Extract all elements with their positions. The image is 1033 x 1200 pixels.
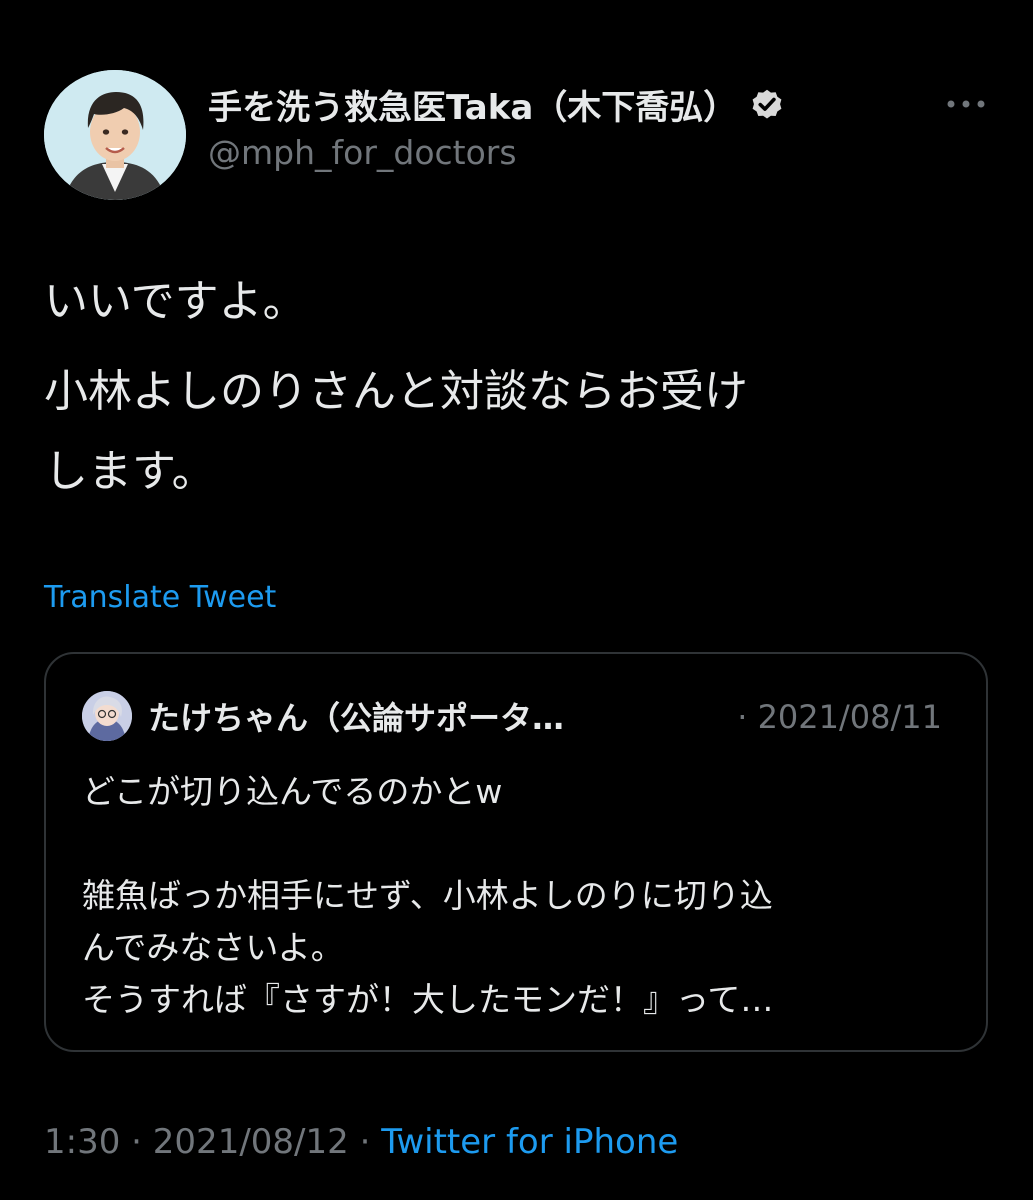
tweet-date[interactable]: 2021/08/12 bbox=[153, 1122, 349, 1162]
more-dots-icon[interactable] bbox=[944, 86, 988, 122]
tweet-text: いいですよ。 小林よしのりさんと対談ならお受け します。 bbox=[44, 262, 984, 512]
anime-avatar-icon bbox=[82, 691, 132, 741]
verified-badge-icon bbox=[749, 86, 785, 122]
tweet-detail: 手を洗う救急医Taka（木下喬弘） @mph_for_doctors いいですよ… bbox=[0, 0, 1033, 1200]
quoted-text-line: そうすれば『さすが！大したモンだ！』って… bbox=[82, 980, 774, 1019]
quoted-date-value: 2021/08/11 bbox=[757, 698, 942, 736]
quoted-text-line: 雑魚ばっか相手にせず、小林よしのりに切り込 bbox=[82, 876, 773, 915]
quoted-tweet-text: どこが切り込んでるのかとw 雑魚ばっか相手にせず、小林よしのりに切り込 んでみな… bbox=[82, 766, 962, 1026]
meta-separator: · bbox=[131, 1122, 142, 1162]
translate-tweet-link[interactable]: Translate Tweet bbox=[44, 580, 276, 615]
tweet-text-line: します。 bbox=[44, 446, 216, 497]
quoted-tweet-date: · 2021/08/11 bbox=[737, 698, 942, 736]
meta-separator: · bbox=[359, 1122, 371, 1162]
tweet-text-line: 小林よしのりさんと対談ならお受け bbox=[44, 366, 748, 417]
tweet-time[interactable]: 1:30 bbox=[44, 1122, 120, 1162]
tweet-text-line: いいですよ。 bbox=[44, 276, 307, 327]
quoted-author-avatar bbox=[82, 691, 132, 741]
author-handle[interactable]: @mph_for_doctors bbox=[208, 133, 517, 172]
tweet-source-link[interactable]: Twitter for iPhone bbox=[381, 1122, 678, 1162]
quoted-text-line: どこが切り込んでるのかとw bbox=[82, 772, 503, 811]
quoted-tweet-header: たけちゃん（公論サポータ… bbox=[82, 686, 564, 746]
author-name-row[interactable]: 手を洗う救急医Taka（木下喬弘） bbox=[208, 80, 785, 128]
author-display-name[interactable]: 手を洗う救急医Taka（木下喬弘） bbox=[208, 80, 737, 129]
quoted-tweet-card[interactable]: たけちゃん（公論サポータ… · 2021/08/11 どこが切り込んでるのかとw… bbox=[44, 652, 988, 1052]
tweet-meta-row: 1:30 · 2021/08/12 · Twitter for iPhone bbox=[44, 1122, 678, 1162]
quoted-date-separator: · bbox=[737, 698, 748, 736]
doctor-portrait-avatar-icon bbox=[44, 70, 186, 200]
quoted-text-blank-line bbox=[82, 818, 962, 870]
quoted-text-line: んでみなさいよ。 bbox=[82, 928, 344, 967]
author-avatar[interactable] bbox=[44, 70, 186, 200]
quoted-author-name: たけちゃん（公論サポータ… bbox=[148, 699, 565, 737]
